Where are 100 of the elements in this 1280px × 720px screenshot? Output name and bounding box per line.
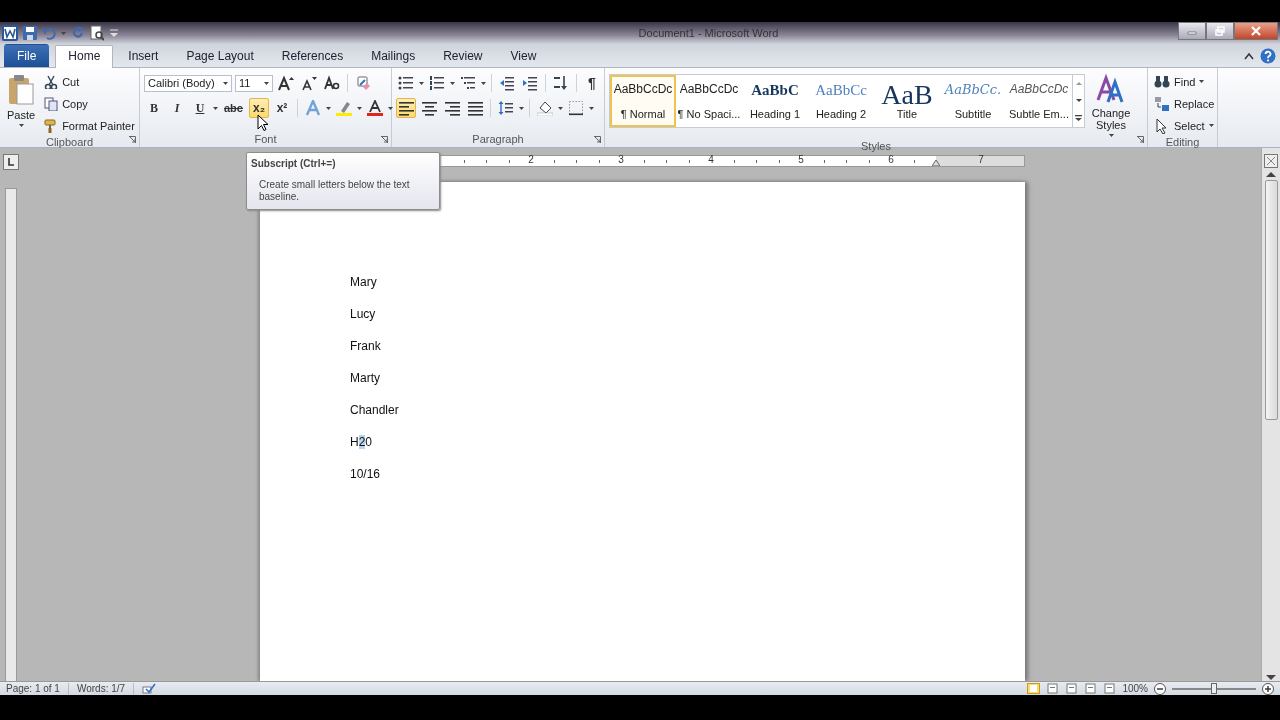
font-color-button[interactable]	[364, 98, 385, 118]
style-item[interactable]: AaBbCc Heading 2	[808, 75, 874, 127]
full-screen-reading-icon[interactable]	[1046, 683, 1060, 694]
help-icon[interactable]	[1260, 47, 1276, 64]
tab-stop-selector-icon[interactable]	[3, 154, 19, 170]
ribbon-tab[interactable]: Review	[430, 45, 496, 67]
customize-toolbar-icon[interactable]	[109, 28, 119, 38]
caret-icon[interactable]	[18, 124, 24, 127]
zoom-out-icon[interactable]	[1154, 682, 1166, 695]
dialog-launcher-icon[interactable]	[381, 136, 388, 143]
document-line: H20	[350, 435, 374, 450]
mouse-pointer-icon	[257, 114, 268, 131]
shading-icon	[537, 100, 553, 116]
close-icon	[1251, 26, 1261, 36]
tooltip-text: Create small letters below the text baseline.	[258, 179, 411, 203]
document-line: Chandler	[350, 403, 400, 418]
document-line: 10/16	[350, 467, 382, 482]
copy-button[interactable]: Copy	[42, 94, 137, 113]
undo-icon[interactable]	[42, 26, 56, 40]
dialog-launcher-icon[interactable]	[129, 136, 136, 143]
scrollbar-thumb[interactable]	[1264, 180, 1278, 420]
show-formatting-marks-button[interactable]: ¶	[582, 73, 602, 93]
redo-icon[interactable]	[71, 26, 85, 40]
caret-icon[interactable]	[387, 106, 393, 110]
group-label: Paragraph	[472, 132, 524, 147]
change-styles-button[interactable]: Change Styles	[1089, 72, 1133, 139]
ribbon-tab[interactable]: View	[497, 45, 550, 67]
restore-button[interactable]	[1206, 22, 1234, 40]
style-item[interactable]: AaBbCcDc ¶ Normal	[610, 75, 676, 127]
style-item[interactable]: AaBbCcDc Subtle Em...	[1006, 75, 1072, 127]
save-icon[interactable]	[23, 26, 37, 40]
web-layout-icon[interactable]	[1065, 683, 1079, 694]
bold-button[interactable]: B	[144, 98, 164, 118]
multilevel-list-icon	[460, 75, 476, 91]
caret-icon[interactable]	[519, 106, 524, 110]
strike-button[interactable]: abc	[221, 98, 246, 118]
ribbon-tab[interactable]: References	[268, 45, 357, 67]
align-left-icon	[398, 100, 414, 116]
ribbon-tab[interactable]: Page Layout	[173, 45, 267, 67]
document-line: Mary	[350, 275, 378, 290]
caret-icon[interactable]	[450, 81, 455, 85]
subscript-button[interactable]: x₂	[248, 98, 269, 118]
caret-icon[interactable]	[213, 106, 218, 110]
draft-icon[interactable]	[1103, 683, 1117, 694]
document-line: Marty	[350, 371, 381, 386]
window-title: Document1 - Microsoft Word	[637, 27, 780, 39]
caret-icon[interactable]	[1108, 134, 1114, 137]
numbering-icon	[429, 75, 445, 91]
ribbon-tab[interactable]: Mailings	[358, 45, 429, 67]
clipboard-icon	[7, 74, 36, 106]
select-button[interactable]: Select	[1152, 116, 1217, 135]
borders-button[interactable]	[566, 98, 586, 118]
decrease-indent-icon	[499, 75, 515, 91]
document-line: Frank	[350, 339, 382, 354]
zoom-slider-thumb[interactable]	[1211, 682, 1217, 694]
print-layout-icon[interactable]	[1027, 683, 1041, 694]
italic-button[interactable]: I	[167, 98, 187, 118]
word-logo-icon[interactable]	[2, 25, 18, 41]
scroll-up-icon[interactable]	[1266, 171, 1276, 177]
ruler-number: 2	[528, 154, 534, 165]
style-item[interactable]: AaBbCc. Subtitle	[940, 75, 1006, 127]
indent-marker-icon[interactable]	[932, 158, 940, 166]
align-justify-icon	[467, 100, 483, 116]
close-button[interactable]	[1234, 22, 1278, 40]
ribbon-tab[interactable]: Home	[55, 45, 114, 68]
text-effects-icon	[304, 100, 321, 116]
minimize-button[interactable]	[1178, 22, 1206, 40]
find-button[interactable]: Find	[1152, 72, 1217, 91]
style-item[interactable]: AaBbCcDc ¶ No Spaci...	[676, 75, 742, 127]
style-item[interactable]: AaBbC Heading 1	[742, 75, 808, 127]
replace-button[interactable]: Replace	[1152, 94, 1217, 113]
underline-button[interactable]: U	[190, 98, 210, 118]
caret-icon[interactable]	[589, 106, 594, 110]
highlight-icon	[335, 100, 352, 116]
caret-icon[interactable]	[481, 81, 486, 85]
ribbon-tab[interactable]: Insert	[115, 45, 172, 67]
word-count: Words: 1/7	[76, 682, 135, 695]
painter-button[interactable]: Format Painter	[42, 116, 137, 135]
collapse-ribbon-icon[interactable]	[1244, 51, 1254, 60]
print-preview-icon[interactable]	[90, 25, 104, 41]
font-name-field[interactable]: Calibri (Body)	[144, 74, 232, 92]
superscript-button[interactable]: x²	[271, 98, 292, 118]
font-size-field[interactable]: 11	[235, 74, 273, 92]
dialog-launcher-icon[interactable]	[1137, 136, 1144, 143]
align-left-button[interactable]	[396, 98, 416, 118]
paste-button[interactable]: Paste	[4, 72, 39, 135]
dialog-launcher-icon[interactable]	[594, 136, 601, 143]
numbering-button[interactable]	[427, 73, 447, 93]
outline-icon[interactable]	[1084, 683, 1098, 694]
caret-icon[interactable]	[558, 106, 563, 110]
align-right-icon	[444, 100, 460, 116]
file-tab[interactable]: File	[4, 44, 50, 67]
style-item[interactable]: AaB Title	[874, 75, 940, 127]
zoom-level: 100%	[1122, 683, 1148, 694]
caret-icon[interactable]	[325, 106, 331, 110]
cut-button[interactable]: Cut	[42, 72, 137, 91]
ruler-toggle-icon[interactable]	[1264, 154, 1278, 168]
caret-icon[interactable]	[419, 81, 424, 85]
caret-icon[interactable]	[356, 106, 362, 110]
zoom-in-icon[interactable]	[1262, 682, 1274, 695]
